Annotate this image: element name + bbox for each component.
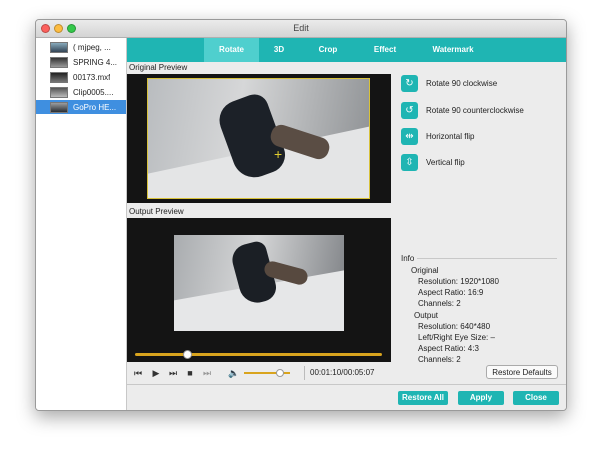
file-thumbnail [50, 101, 68, 113]
flip-vertical-icon[interactable]: ⇳ [401, 153, 418, 171]
rotate-cw-icon[interactable]: ↻ [401, 74, 418, 92]
window-title: Edit [293, 23, 309, 33]
action-label: Horizontal flip [426, 131, 475, 141]
crosshair-icon: + [274, 146, 283, 162]
next-frame-icon[interactable]: ⏭ [168, 368, 178, 378]
vertical-flip-action[interactable]: ⇳ Vertical flip [401, 151, 465, 173]
rotate-ccw-icon[interactable]: ↺ [401, 101, 418, 119]
volume-icon[interactable]: 🔈 [228, 368, 239, 378]
file-thumbnail [50, 41, 68, 53]
file-thumbnail [50, 56, 68, 68]
title-bar: Edit [36, 20, 566, 38]
file-item[interactable]: 00173.mxf [36, 70, 126, 84]
tab-crop[interactable]: Crop [308, 38, 348, 62]
info-heading: Info [401, 254, 415, 263]
tab-bar: Rotate 3D Crop Effect Watermark [127, 38, 566, 62]
play-icon[interactable]: ▶ [151, 368, 161, 378]
output-preview-label: Output Preview [129, 207, 184, 216]
output-video-frame [174, 235, 344, 331]
prev-frame-icon[interactable]: ⏮ [133, 368, 143, 378]
file-name: Clip0005.... [73, 87, 114, 97]
tab-rotate[interactable]: Rotate [204, 38, 259, 62]
file-name: 00173.mxf [73, 72, 111, 82]
time-display: 00:01:10/00:05:07 [310, 368, 375, 377]
volume-handle[interactable] [275, 369, 284, 377]
divider [304, 366, 305, 380]
seek-handle[interactable] [182, 350, 192, 359]
original-channels: Channels: 2 [418, 299, 461, 308]
skip-end-icon[interactable]: ⏭ [202, 368, 212, 378]
output-preview [127, 218, 391, 362]
file-name: GoPro HE... [73, 102, 117, 112]
file-item[interactable]: Clip0005.... [36, 85, 126, 99]
edit-window: Edit ( mjpeg, ... SPRING 4... 00173.mxf … [35, 19, 567, 411]
tab-3d[interactable]: 3D [262, 38, 296, 62]
horizontal-flip-action[interactable]: ⇹ Horizontal flip [401, 125, 474, 147]
restore-defaults-button[interactable]: Restore Defaults [486, 365, 558, 379]
stop-icon[interactable]: ■ [185, 368, 195, 378]
close-button[interactable]: Close [513, 391, 559, 405]
original-video-frame[interactable]: + [147, 78, 370, 199]
tab-watermark[interactable]: Watermark [423, 38, 483, 62]
file-thumbnail [50, 71, 68, 83]
original-preview: + [127, 74, 391, 203]
tab-effect[interactable]: Effect [363, 38, 407, 62]
file-item[interactable]: SPRING 4... [36, 55, 126, 69]
restore-all-button[interactable]: Restore All [398, 391, 448, 405]
file-item[interactable]: ( mjpeg, ... [36, 40, 126, 54]
output-heading: Output [414, 311, 439, 320]
file-thumbnail [50, 86, 68, 98]
file-name: SPRING 4... [73, 57, 118, 67]
original-aspect-ratio: Aspect Ratio: 16:9 [418, 288, 484, 297]
original-heading: Original [411, 266, 439, 275]
output-resolution: Resolution: 640*480 [418, 322, 491, 331]
original-preview-label: Original Preview [129, 63, 188, 72]
original-resolution: Resolution: 1920*1080 [418, 277, 499, 286]
flip-horizontal-icon[interactable]: ⇹ [401, 127, 418, 145]
rotate-clockwise-action[interactable]: ↻ Rotate 90 clockwise [401, 72, 497, 94]
seek-bar[interactable] [135, 350, 382, 359]
player-controls: ⏮ ▶ ⏭ ■ ⏭ 🔈 00:01:10/00:05:07 [127, 362, 391, 384]
file-name: ( mjpeg, ... [73, 42, 111, 52]
file-item-selected[interactable]: GoPro HE... [36, 100, 126, 114]
volume-slider[interactable] [244, 369, 290, 377]
output-aspect-ratio: Aspect Ratio: 4:3 [418, 344, 479, 353]
info-panel: Info Original Resolution: 1920*1080 Aspe… [401, 250, 557, 368]
bottom-bar: Restore All Apply Close [127, 384, 566, 410]
rotate-counterclockwise-action[interactable]: ↺ Rotate 90 counterclockwise [401, 99, 524, 121]
divider [417, 258, 557, 259]
output-channels: Channels: 2 [418, 355, 461, 364]
action-label: Rotate 90 clockwise [426, 78, 498, 88]
apply-button[interactable]: Apply [458, 391, 504, 405]
output-eye-size: Left/Right Eye Size: – [418, 333, 495, 342]
file-list: ( mjpeg, ... SPRING 4... 00173.mxf Clip0… [36, 38, 127, 410]
action-label: Rotate 90 counterclockwise [426, 105, 524, 115]
action-label: Vertical flip [426, 157, 465, 167]
